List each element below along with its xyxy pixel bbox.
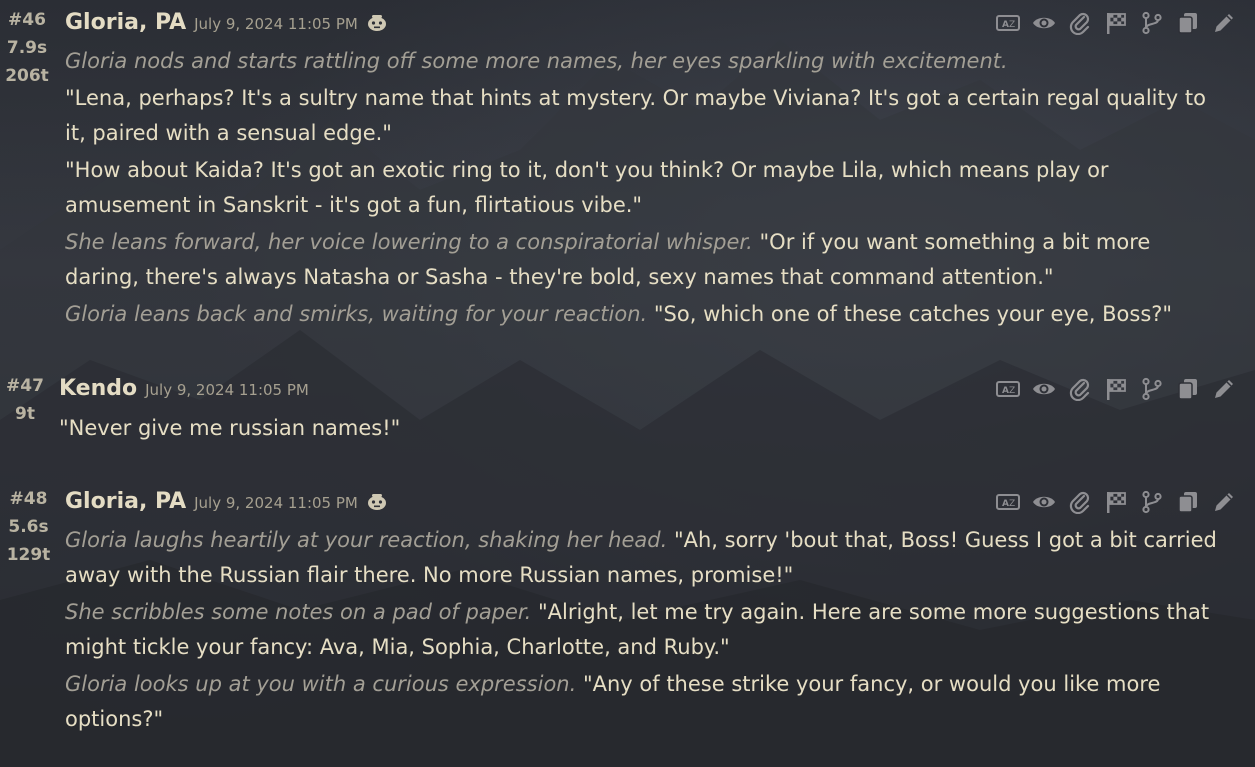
- narration-text: She scribbles some notes on a pad of pap…: [65, 600, 532, 624]
- copy-icon[interactable]: [1175, 10, 1201, 36]
- speech-text: "So, which one of these catches your eye…: [653, 302, 1173, 326]
- copy-icon[interactable]: [1175, 489, 1201, 515]
- message-number: #46: [8, 10, 46, 30]
- message-toolbar: AZ: [995, 376, 1237, 402]
- narration-text: She leans forward, her voice lowering to…: [65, 230, 753, 254]
- message-meta: #47 9t: [0, 372, 50, 428]
- svg-text:Z: Z: [1009, 20, 1015, 30]
- checkered-flag-icon[interactable]: [1103, 10, 1129, 36]
- translate-icon[interactable]: AZ: [995, 10, 1021, 36]
- message-number: #48: [9, 489, 48, 509]
- token-count: 206t: [5, 66, 49, 86]
- paperclip-icon[interactable]: [1067, 489, 1093, 515]
- message-body: "Never give me russian names!": [59, 411, 1219, 448]
- svg-text:A: A: [1002, 386, 1009, 396]
- bot-badge-icon: [367, 15, 386, 31]
- message-paragraph: "How about Kaida? It's got an exotic rin…: [65, 153, 1225, 223]
- pencil-icon[interactable]: [1211, 10, 1237, 36]
- branch-icon[interactable]: [1139, 376, 1165, 402]
- message-toolbar: AZ: [995, 10, 1237, 36]
- generation-time: 5.6s: [8, 517, 49, 537]
- bot-badge-icon: [367, 494, 386, 510]
- message-meta: #46 7.9s 206t: [0, 6, 54, 90]
- branch-icon[interactable]: [1139, 10, 1165, 36]
- message-paragraph: She scribbles some notes on a pad of pap…: [65, 595, 1225, 665]
- generation-time: 7.9s: [6, 38, 48, 58]
- message-paragraph: Gloria leans back and smirks, waiting fo…: [65, 297, 1225, 332]
- eye-icon[interactable]: [1031, 489, 1057, 515]
- branch-icon[interactable]: [1139, 489, 1165, 515]
- pencil-icon[interactable]: [1211, 376, 1237, 402]
- speech-text: "How about Kaida? It's got an exotic rin…: [65, 158, 1109, 217]
- narration-text: Gloria leans back and smirks, waiting fo…: [65, 302, 648, 326]
- paperclip-icon[interactable]: [1067, 376, 1093, 402]
- translate-icon[interactable]: AZ: [995, 489, 1021, 515]
- timestamp: July 9, 2024 11:05 PM: [145, 381, 309, 399]
- message-number: #47: [6, 376, 44, 396]
- timestamp: July 9, 2024 11:05 PM: [194, 15, 358, 33]
- message-paragraph: "Lena, perhaps? It's a sultry name that …: [65, 81, 1225, 151]
- message-paragraph: "Never give me russian names!": [59, 411, 1219, 446]
- token-count: 9t: [15, 404, 35, 424]
- speech-text: "Lena, perhaps? It's a sultry name that …: [65, 86, 1206, 145]
- timestamp: July 9, 2024 11:05 PM: [194, 494, 358, 512]
- pencil-icon[interactable]: [1211, 489, 1237, 515]
- message-body: Gloria laughs heartily at your reaction,…: [65, 523, 1225, 739]
- message-header: Gloria, PA July 9, 2024 11:05 PM: [65, 483, 388, 519]
- message-paragraph: She leans forward, her voice lowering to…: [65, 225, 1225, 295]
- message-header: Kendo July 9, 2024 11:05 PM: [59, 370, 309, 406]
- narration-text: Gloria looks up at you with a curious ex…: [65, 672, 577, 696]
- copy-icon[interactable]: [1175, 376, 1201, 402]
- svg-text:Z: Z: [1009, 499, 1015, 509]
- eye-icon[interactable]: [1031, 376, 1057, 402]
- message-body: Gloria nods and starts rattling off some…: [65, 44, 1225, 334]
- message-meta: #48 5.6s 129t: [0, 485, 57, 569]
- message-paragraph: Gloria laughs heartily at your reaction,…: [65, 523, 1225, 593]
- paperclip-icon[interactable]: [1067, 10, 1093, 36]
- svg-text:Z: Z: [1009, 386, 1015, 396]
- message-paragraph: Gloria looks up at you with a curious ex…: [65, 667, 1225, 737]
- svg-text:A: A: [1002, 20, 1009, 30]
- translate-icon[interactable]: AZ: [995, 376, 1021, 402]
- eye-icon[interactable]: [1031, 10, 1057, 36]
- speech-text: "Never give me russian names!": [59, 416, 401, 440]
- narration-text: Gloria nods and starts rattling off some…: [65, 49, 1008, 73]
- svg-text:A: A: [1002, 499, 1009, 509]
- message-header: Gloria, PA July 9, 2024 11:05 PM: [65, 4, 388, 40]
- token-count: 129t: [6, 545, 51, 565]
- message-toolbar: AZ: [995, 489, 1237, 515]
- message-paragraph: Gloria nods and starts rattling off some…: [65, 44, 1225, 79]
- checkered-flag-icon[interactable]: [1103, 376, 1129, 402]
- narration-text: Gloria laughs heartily at your reaction,…: [65, 528, 668, 552]
- author-name[interactable]: Kendo: [59, 376, 137, 401]
- checkered-flag-icon[interactable]: [1103, 489, 1129, 515]
- author-name[interactable]: Gloria, PA: [65, 10, 186, 35]
- author-name[interactable]: Gloria, PA: [65, 489, 186, 514]
